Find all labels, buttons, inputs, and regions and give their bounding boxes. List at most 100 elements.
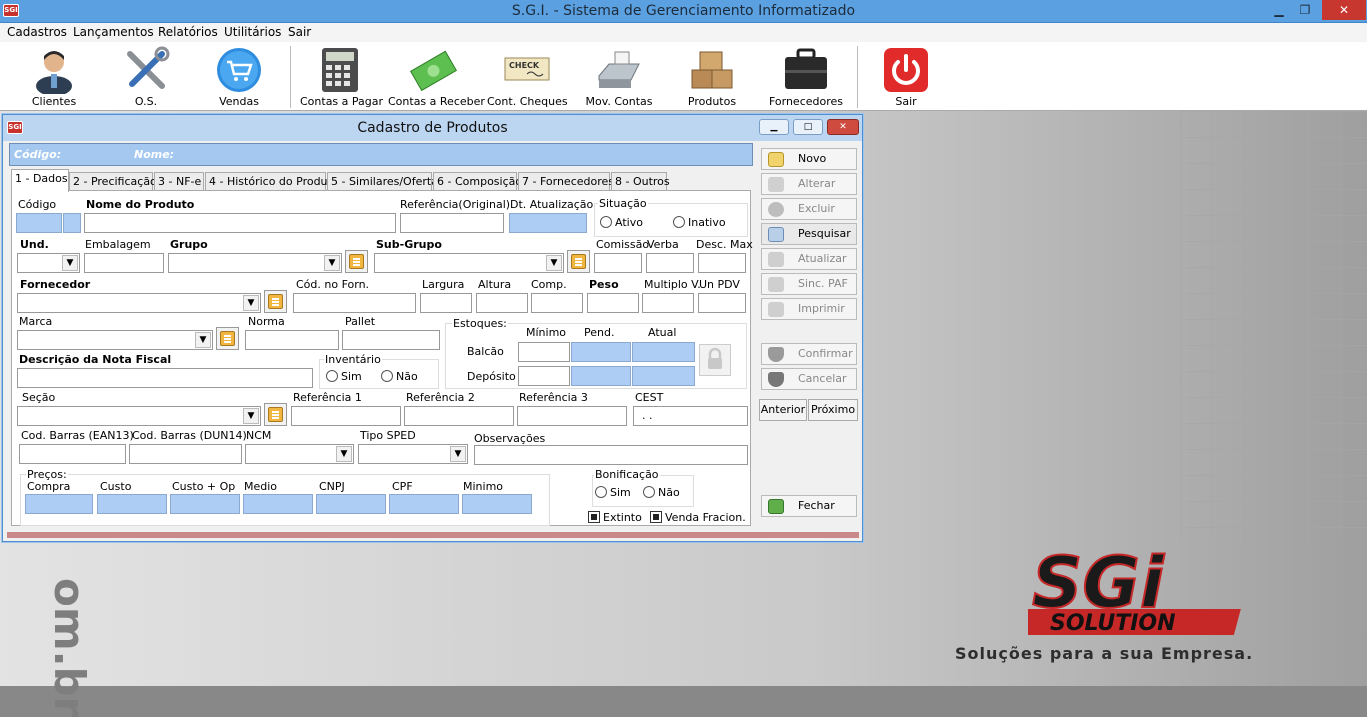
tipo-sped-select[interactable]: ▼ — [358, 444, 468, 464]
pesquisar-button[interactable]: Pesquisar — [761, 223, 857, 245]
ativo-radio[interactable] — [600, 216, 612, 228]
verba-field[interactable] — [646, 253, 694, 273]
confirmar-button[interactable]: Confirmar — [761, 343, 857, 365]
norma-field[interactable] — [245, 330, 339, 350]
marca-lookup-button[interactable] — [216, 327, 239, 350]
menu-lancamentos[interactable]: Lançamentos — [73, 25, 154, 39]
codigo-field-2[interactable] — [63, 213, 81, 233]
menu-relatorios[interactable]: Relatórios — [158, 25, 218, 39]
inventario-nao-radio[interactable] — [381, 370, 393, 382]
multiplo-v-field[interactable] — [642, 293, 694, 313]
toolbar-fornecedores-button[interactable]: Fornecedores — [768, 42, 844, 111]
minimize-icon[interactable]: ▁ — [1266, 0, 1292, 20]
toolbar-contas-receber-button[interactable]: Contas a Receber — [388, 42, 485, 111]
un-pdv-field[interactable] — [698, 293, 746, 313]
tab-outros[interactable]: 8 - Outros — [611, 172, 670, 191]
ean13-field[interactable] — [19, 444, 126, 464]
chevron-down-icon[interactable]: ▼ — [62, 255, 78, 271]
tab-historico[interactable]: 4 - Histórico do Produto — [205, 172, 339, 191]
sub-grupo-select[interactable]: ▼ — [374, 253, 564, 273]
inventario-sim-radio[interactable] — [326, 370, 338, 382]
desc-max-field[interactable] — [698, 253, 746, 273]
codigo-field[interactable] — [16, 213, 62, 233]
chevron-down-icon[interactable]: ▼ — [450, 446, 466, 462]
imprimir-button[interactable]: Imprimir — [761, 298, 857, 320]
bonificacao-nao-radio[interactable] — [643, 486, 655, 498]
marca-select[interactable]: ▼ — [17, 330, 213, 350]
altura-field[interactable] — [476, 293, 528, 313]
fechar-button[interactable]: Fechar — [761, 495, 857, 517]
chevron-down-icon[interactable]: ▼ — [195, 332, 211, 348]
menu-utilitarios[interactable]: Utilitários — [224, 25, 281, 39]
nome-produto-field[interactable] — [84, 213, 396, 233]
novo-button[interactable]: Novo — [761, 148, 857, 170]
referencia-original-field[interactable] — [400, 213, 504, 233]
toolbar-mov-contas-button[interactable]: Mov. Contas — [580, 42, 658, 111]
excluir-button[interactable]: Excluir — [761, 198, 857, 220]
peso-field[interactable] — [587, 293, 639, 313]
descricao-nf-field[interactable] — [17, 368, 313, 388]
sub-grupo-lookup-button[interactable] — [567, 250, 590, 273]
comissao-field[interactable] — [594, 253, 642, 273]
referencia2-field[interactable] — [404, 406, 514, 426]
cest-field[interactable]: . . — [633, 406, 748, 426]
secao-select[interactable]: ▼ — [17, 406, 261, 426]
maximize-icon[interactable]: □ — [793, 119, 823, 135]
proximo-button[interactable]: Próximo — [808, 399, 858, 421]
balcao-minimo-field[interactable] — [518, 342, 570, 362]
tab-similares[interactable]: 5 - Similares/Ofertas — [327, 172, 444, 191]
secao-lookup-button[interactable] — [264, 403, 287, 426]
close-icon[interactable]: ✕ — [1322, 0, 1366, 20]
extinto-checkbox[interactable] — [588, 511, 600, 523]
menu-sair[interactable]: Sair — [288, 25, 311, 39]
tab-composicao[interactable]: 6 - Composição — [433, 172, 522, 191]
venda-fracion-checkbox[interactable] — [650, 511, 662, 523]
tab-nfe[interactable]: 3 - NF-e — [154, 172, 204, 191]
toolbar-sair-button[interactable]: Sair — [876, 42, 936, 111]
minimize-icon[interactable]: ▁ — [759, 119, 789, 135]
cod-forn-field[interactable] — [293, 293, 416, 313]
atualizar-button[interactable]: Atualizar — [761, 248, 857, 270]
referencia3-field[interactable] — [517, 406, 627, 426]
cancelar-button[interactable]: Cancelar — [761, 368, 857, 390]
toolbar-clientes-button[interactable]: Clientes — [24, 42, 84, 111]
toolbar-os-button[interactable]: O.S. — [116, 42, 176, 111]
close-icon[interactable]: ✕ — [827, 119, 859, 135]
lock-button[interactable] — [699, 344, 731, 376]
tab-fornecedores[interactable]: 7 - Fornecedores — [518, 172, 614, 191]
und-select[interactable]: ▼ — [17, 253, 80, 273]
tab-precificacao[interactable]: 2 - Precificação — [69, 172, 157, 191]
alterar-button[interactable]: Alterar — [761, 173, 857, 195]
toolbar-vendas-button[interactable]: Vendas — [209, 42, 269, 111]
ncm-select[interactable]: ▼ — [245, 444, 354, 464]
comp-field[interactable] — [531, 293, 583, 313]
anterior-button[interactable]: Anterior — [759, 399, 807, 421]
referencia3-label: Referência 3 — [519, 391, 588, 404]
grupo-select[interactable]: ▼ — [168, 253, 342, 273]
bonificacao-sim-radio[interactable] — [595, 486, 607, 498]
observacoes-field[interactable] — [474, 445, 748, 465]
inativo-radio[interactable] — [673, 216, 685, 228]
chevron-down-icon[interactable]: ▼ — [324, 255, 340, 271]
chevron-down-icon[interactable]: ▼ — [336, 446, 352, 462]
toolbar-contas-pagar-button[interactable]: Contas a Pagar — [300, 42, 383, 111]
fornecedor-lookup-button[interactable] — [264, 290, 287, 313]
toolbar-produtos-button[interactable]: Produtos — [682, 42, 742, 111]
chevron-down-icon[interactable]: ▼ — [243, 408, 259, 424]
chevron-down-icon[interactable]: ▼ — [243, 295, 259, 311]
dun14-field[interactable] — [129, 444, 242, 464]
menu-cadastros[interactable]: Cadastros — [7, 25, 67, 39]
embalagem-field[interactable] — [84, 253, 164, 273]
referencia1-field[interactable] — [291, 406, 401, 426]
chevron-down-icon[interactable]: ▼ — [546, 255, 562, 271]
pallet-field[interactable] — [342, 330, 440, 350]
toolbar-cont-cheques-button[interactable]: CHECK Cont. Cheques — [487, 42, 568, 111]
largura-field[interactable] — [420, 293, 472, 313]
maximize-icon[interactable]: ❐ — [1292, 0, 1318, 20]
dt-atualizacao-field[interactable] — [509, 213, 587, 233]
deposito-minimo-field[interactable] — [518, 366, 570, 386]
sinc-paf-button[interactable]: Sinc. PAF — [761, 273, 857, 295]
tab-dados[interactable]: 1 - Dados — [11, 169, 69, 192]
grupo-lookup-button[interactable] — [345, 250, 368, 273]
fornecedor-select[interactable]: ▼ — [17, 293, 261, 313]
